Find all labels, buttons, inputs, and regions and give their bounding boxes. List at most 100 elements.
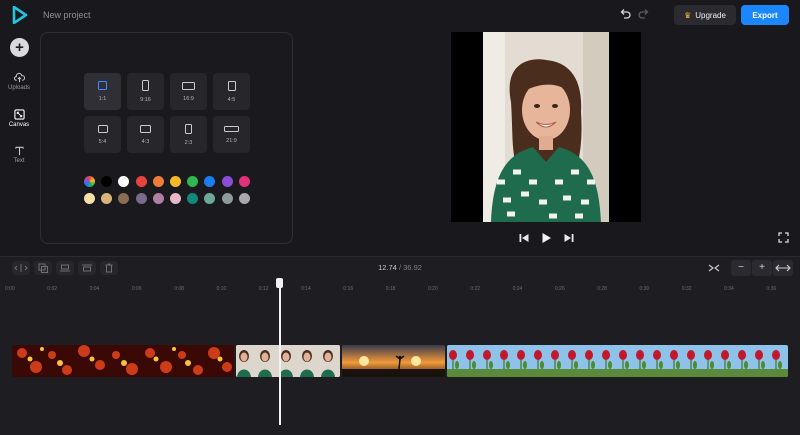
color-swatch[interactable] [187,176,199,187]
ruler-tick-label: 0:18 [385,286,396,292]
ratio-16-9-icon [182,81,195,90]
color-swatch[interactable] [135,176,147,187]
zoom-out-button[interactable]: − [731,260,751,276]
ruler-tick-label: 0:12 [258,286,269,292]
ruler-tick-label: 0:28 [597,286,607,292]
skip-back-icon[interactable] [517,231,531,245]
left-rail: + Uploads Canvas Text [0,30,38,256]
ratio-9-16[interactable]: 9:16 [127,73,164,110]
sidebar-item-label: Text [13,158,25,164]
app-logo-icon[interactable] [12,6,28,24]
timeline-toolbar: 12.74 / 36.92 − + [0,257,800,279]
ruler-tick-label: 0:16 [343,286,354,292]
ruler-tick-label: 0:08 [174,286,184,292]
ratio-5-4-icon [97,124,108,133]
ratio-label: 1:1 [98,96,107,102]
sidebar-item-label: Uploads [7,85,30,91]
color-swatch[interactable] [170,193,181,204]
clip-thumbnails [447,345,788,377]
time-separator: / [398,263,402,272]
fit-timeline-button[interactable] [704,260,724,276]
sidebar-item-uploads[interactable]: Uploads [0,72,38,91]
custom-color-picker[interactable] [84,176,95,187]
ruler-tick-label: 0:24 [512,286,523,292]
ratio-1-1[interactable]: 1:1 [84,73,121,110]
sidebar-item-canvas[interactable]: Canvas [0,109,38,128]
color-swatch[interactable] [187,193,199,204]
expand-timeline-button[interactable] [773,260,793,276]
play-icon[interactable] [539,231,553,245]
color-swatch[interactable] [135,193,147,204]
upgrade-button[interactable]: ♛ Upgrade [674,5,736,25]
ratio-4-5[interactable]: 4:5 [213,73,250,110]
color-swatch[interactable] [118,176,130,187]
color-swatch[interactable] [221,193,233,204]
color-swatch[interactable] [238,176,250,187]
color-swatch[interactable] [170,176,181,187]
ruler-tick-label: 0:10 [216,286,227,292]
color-swatch[interactable] [221,176,233,187]
timeline-panel: 12.74 / 36.92 − + 0:00 0:02 0:04 0:06 0:08 0:… [0,256,800,435]
color-swatch[interactable] [101,176,113,187]
fullscreen-icon[interactable] [778,232,789,243]
skip-forward-icon[interactable] [562,231,576,245]
ratio-1-1-icon [98,81,107,90]
expand-icon [775,264,791,272]
ratio-label: 2:3 [184,139,193,146]
undo-icon[interactable] [619,8,631,20]
ruler-tick-label: 0:36 [766,286,777,292]
video-preview[interactable] [451,32,641,222]
export-button[interactable]: Export [741,5,789,25]
ruler-tick-label: 0:22 [470,286,481,292]
ratio-label: 4:3 [141,138,150,145]
color-swatch[interactable] [204,176,216,187]
clip-thumbnails [236,345,340,377]
clip-thumbnails [342,345,445,377]
timecode: 12.74 / 36.92 [0,263,800,272]
ratio-9-16-icon [142,80,149,91]
ratio-label: 9:16 [140,97,151,103]
ruler-tick-label: 0:30 [639,286,650,292]
playhead-handle[interactable] [276,278,283,288]
ratio-label: 16:9 [183,95,194,102]
ruler-tick-label: 0:06 [131,286,142,292]
clip-thumbnails [12,345,234,377]
ruler-tick-label: 0:14 [301,286,311,292]
add-media-button[interactable]: + [10,38,29,57]
clip-bokeh-lights[interactable] [12,345,234,377]
color-swatch[interactable] [84,193,95,204]
color-swatch[interactable] [152,176,164,187]
ratio-label: 21:9 [226,137,237,144]
zoom-in-button[interactable]: + [752,260,772,276]
ratio-label: 4:5 [227,96,236,103]
text-icon [14,146,24,156]
top-bar: New project ♛ Upgrade Export [0,0,800,30]
ratio-5-4[interactable]: 5:4 [84,116,121,153]
clip-tulip-field[interactable] [447,345,788,377]
sidebar-item-text[interactable]: Text [0,145,38,164]
ratio-4-3[interactable]: 4:3 [127,116,164,153]
ruler-tick-label: 0:00 [5,286,15,292]
playhead[interactable] [279,278,281,425]
project-title[interactable]: New project [43,10,91,20]
collapse-icon [708,264,720,272]
color-swatch[interactable] [238,193,250,204]
redo-icon[interactable] [638,8,650,20]
ratio-4-5-icon [227,80,236,91]
color-swatch[interactable] [204,193,216,204]
ruler-tick-label: 0:26 [554,286,565,292]
clip-sunset-silhouette[interactable] [342,345,445,377]
upgrade-label: Upgrade [695,10,726,20]
ratio-21-9[interactable]: 21:9 [213,116,250,153]
color-swatch[interactable] [118,193,130,204]
color-swatch[interactable] [152,193,164,204]
ratio-2-3[interactable]: 2:3 [170,116,207,153]
timeline-ruler[interactable]: 0:00 0:02 0:04 0:06 0:08 0:10 0:12 0:14 0:16 0:18… [0,281,800,297]
ruler-tick-label: 0:04 [89,286,100,292]
ruler-tick-label: 0:34 [724,286,734,292]
color-swatch[interactable] [101,193,113,204]
clip-woman-portrait[interactable] [236,345,340,377]
ratio-16-9[interactable]: 16:9 [170,73,207,110]
ratio-21-9-icon [224,125,239,132]
total-time: 36.92 [403,263,422,272]
